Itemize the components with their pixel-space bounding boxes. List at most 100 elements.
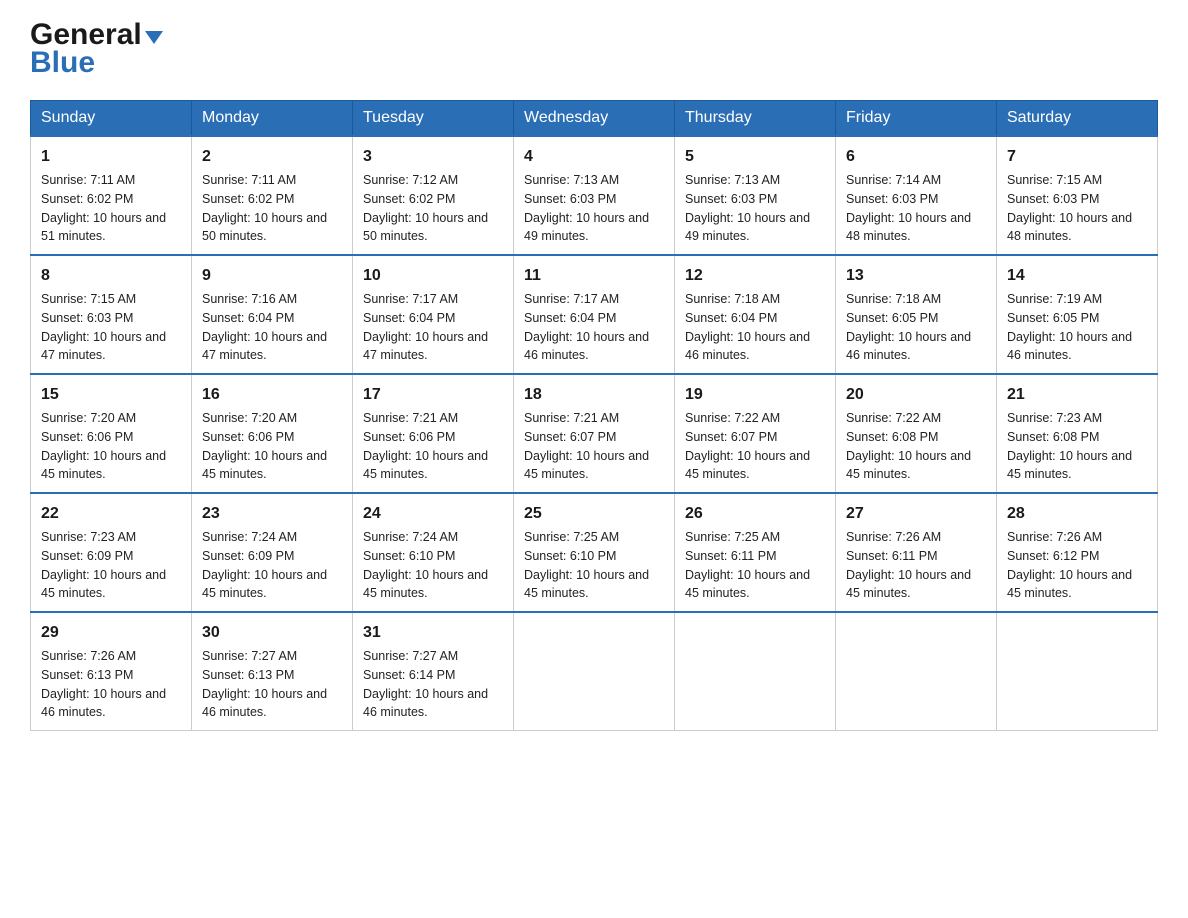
calendar-cell: 29Sunrise: 7:26 AMSunset: 6:13 PMDayligh… [31,612,192,731]
day-info: Sunrise: 7:20 AMSunset: 6:06 PMDaylight:… [202,411,327,481]
day-info: Sunrise: 7:22 AMSunset: 6:07 PMDaylight:… [685,411,810,481]
day-info: Sunrise: 7:27 AMSunset: 6:14 PMDaylight:… [363,649,488,719]
day-info: Sunrise: 7:23 AMSunset: 6:09 PMDaylight:… [41,530,166,600]
day-info: Sunrise: 7:18 AMSunset: 6:04 PMDaylight:… [685,292,810,362]
day-number: 18 [524,383,664,407]
calendar-cell: 30 Sunrise: 7:27 AMSunset: 6:13 PMDayligh… [192,612,353,731]
day-info: Sunrise: 7:25 AMSunset: 6:11 PMDaylight:… [685,530,810,600]
day-info: Sunrise: 7:22 AMSunset: 6:08 PMDaylight:… [846,411,971,481]
day-info: Sunrise: 7:26 AMSunset: 6:11 PMDaylight:… [846,530,971,600]
day-number: 17 [363,383,503,407]
logo-blue: Blue [30,46,95,80]
day-number: 10 [363,264,503,288]
day-number: 4 [524,145,664,169]
calendar-cell: 6 Sunrise: 7:14 AMSunset: 6:03 PMDaylight… [836,136,997,255]
calendar-header-monday: Monday [192,101,353,137]
calendar-cell: 19 Sunrise: 7:22 AMSunset: 6:07 PMDayligh… [675,374,836,493]
day-number: 19 [685,383,825,407]
calendar-cell: 1 Sunrise: 7:11 AMSunset: 6:02 PMDaylight… [31,136,192,255]
calendar-cell: 16 Sunrise: 7:20 AMSunset: 6:06 PMDayligh… [192,374,353,493]
day-info: Sunrise: 7:14 AMSunset: 6:03 PMDaylight:… [846,173,971,243]
calendar-cell: 2Sunrise: 7:11 AMSunset: 6:02 PMDaylight… [192,136,353,255]
calendar-week-row: 22Sunrise: 7:23 AMSunset: 6:09 PMDayligh… [31,493,1158,612]
day-info: Sunrise: 7:13 AMSunset: 6:03 PMDaylight:… [685,173,810,243]
calendar-cell: 25 Sunrise: 7:25 AMSunset: 6:10 PMDayligh… [514,493,675,612]
calendar-header-thursday: Thursday [675,101,836,137]
day-number: 5 [685,145,825,169]
day-info: Sunrise: 7:19 AMSunset: 6:05 PMDaylight:… [1007,292,1132,362]
calendar-cell: 28 Sunrise: 7:26 AMSunset: 6:12 PMDayligh… [997,493,1158,612]
day-info: Sunrise: 7:15 AMSunset: 6:03 PMDaylight:… [41,292,166,362]
calendar-cell: 18 Sunrise: 7:21 AMSunset: 6:07 PMDayligh… [514,374,675,493]
day-info: Sunrise: 7:21 AMSunset: 6:07 PMDaylight:… [524,411,649,481]
calendar-header-friday: Friday [836,101,997,137]
day-number: 26 [685,502,825,526]
calendar-cell: 27Sunrise: 7:26 AMSunset: 6:11 PMDayligh… [836,493,997,612]
day-number: 14 [1007,264,1147,288]
calendar-header-sunday: Sunday [31,101,192,137]
day-info: Sunrise: 7:21 AMSunset: 6:06 PMDaylight:… [363,411,488,481]
calendar-cell: 11 Sunrise: 7:17 AMSunset: 6:04 PMDayligh… [514,255,675,374]
day-number: 30 [202,621,342,645]
calendar-table: SundayMondayTuesdayWednesdayThursdayFrid… [30,100,1158,731]
day-number: 28 [1007,502,1147,526]
logo: General Blue [30,20,163,80]
day-number: 7 [1007,145,1147,169]
day-info: Sunrise: 7:25 AMSunset: 6:10 PMDaylight:… [524,530,649,600]
calendar-cell [675,612,836,731]
calendar-cell [836,612,997,731]
calendar-header-tuesday: Tuesday [353,101,514,137]
calendar-cell: 20 Sunrise: 7:22 AMSunset: 6:08 PMDayligh… [836,374,997,493]
day-info: Sunrise: 7:26 AMSunset: 6:12 PMDaylight:… [1007,530,1132,600]
calendar-cell: 21Sunrise: 7:23 AMSunset: 6:08 PMDayligh… [997,374,1158,493]
calendar-cell: 3 Sunrise: 7:12 AMSunset: 6:02 PMDaylight… [353,136,514,255]
day-number: 12 [685,264,825,288]
day-info: Sunrise: 7:27 AMSunset: 6:13 PMDaylight:… [202,649,327,719]
calendar-cell: 31Sunrise: 7:27 AMSunset: 6:14 PMDayligh… [353,612,514,731]
day-number: 3 [363,145,503,169]
calendar-week-row: 29Sunrise: 7:26 AMSunset: 6:13 PMDayligh… [31,612,1158,731]
calendar-cell: 23 Sunrise: 7:24 AMSunset: 6:09 PMDayligh… [192,493,353,612]
calendar-cell: 5 Sunrise: 7:13 AMSunset: 6:03 PMDaylight… [675,136,836,255]
day-number: 24 [363,502,503,526]
day-info: Sunrise: 7:15 AMSunset: 6:03 PMDaylight:… [1007,173,1132,243]
day-number: 6 [846,145,986,169]
day-number: 15 [41,383,181,407]
calendar-cell [514,612,675,731]
day-info: Sunrise: 7:23 AMSunset: 6:08 PMDaylight:… [1007,411,1132,481]
calendar-week-row: 15 Sunrise: 7:20 AMSunset: 6:06 PMDayligh… [31,374,1158,493]
day-number: 13 [846,264,986,288]
calendar-cell: 4 Sunrise: 7:13 AMSunset: 6:03 PMDaylight… [514,136,675,255]
logo-triangle-icon [145,31,163,44]
calendar-cell: 22Sunrise: 7:23 AMSunset: 6:09 PMDayligh… [31,493,192,612]
day-number: 8 [41,264,181,288]
day-info: Sunrise: 7:24 AMSunset: 6:09 PMDaylight:… [202,530,327,600]
day-number: 16 [202,383,342,407]
day-info: Sunrise: 7:17 AMSunset: 6:04 PMDaylight:… [524,292,649,362]
day-number: 23 [202,502,342,526]
day-info: Sunrise: 7:18 AMSunset: 6:05 PMDaylight:… [846,292,971,362]
calendar-week-row: 8 Sunrise: 7:15 AMSunset: 6:03 PMDaylight… [31,255,1158,374]
day-number: 20 [846,383,986,407]
day-number: 9 [202,264,342,288]
day-number: 25 [524,502,664,526]
day-info: Sunrise: 7:16 AMSunset: 6:04 PMDaylight:… [202,292,327,362]
day-info: Sunrise: 7:12 AMSunset: 6:02 PMDaylight:… [363,173,488,243]
calendar-cell: 13 Sunrise: 7:18 AMSunset: 6:05 PMDayligh… [836,255,997,374]
day-info: Sunrise: 7:17 AMSunset: 6:04 PMDaylight:… [363,292,488,362]
calendar-cell: 17 Sunrise: 7:21 AMSunset: 6:06 PMDayligh… [353,374,514,493]
calendar-cell: 8 Sunrise: 7:15 AMSunset: 6:03 PMDaylight… [31,255,192,374]
day-info: Sunrise: 7:13 AMSunset: 6:03 PMDaylight:… [524,173,649,243]
calendar-cell: 24 Sunrise: 7:24 AMSunset: 6:10 PMDayligh… [353,493,514,612]
day-info: Sunrise: 7:11 AMSunset: 6:02 PMDaylight:… [202,173,327,243]
calendar-cell: 7 Sunrise: 7:15 AMSunset: 6:03 PMDaylight… [997,136,1158,255]
calendar-cell: 12 Sunrise: 7:18 AMSunset: 6:04 PMDayligh… [675,255,836,374]
calendar-cell: 15Sunrise: 7:20 AMSunset: 6:06 PMDayligh… [31,374,192,493]
day-number: 11 [524,264,664,288]
day-info: Sunrise: 7:24 AMSunset: 6:10 PMDaylight:… [363,530,488,600]
calendar-cell: 14 Sunrise: 7:19 AMSunset: 6:05 PMDayligh… [997,255,1158,374]
day-number: 1 [41,145,181,169]
day-info: Sunrise: 7:11 AMSunset: 6:02 PMDaylight:… [41,173,166,243]
calendar-cell [997,612,1158,731]
calendar-week-row: 1 Sunrise: 7:11 AMSunset: 6:02 PMDaylight… [31,136,1158,255]
